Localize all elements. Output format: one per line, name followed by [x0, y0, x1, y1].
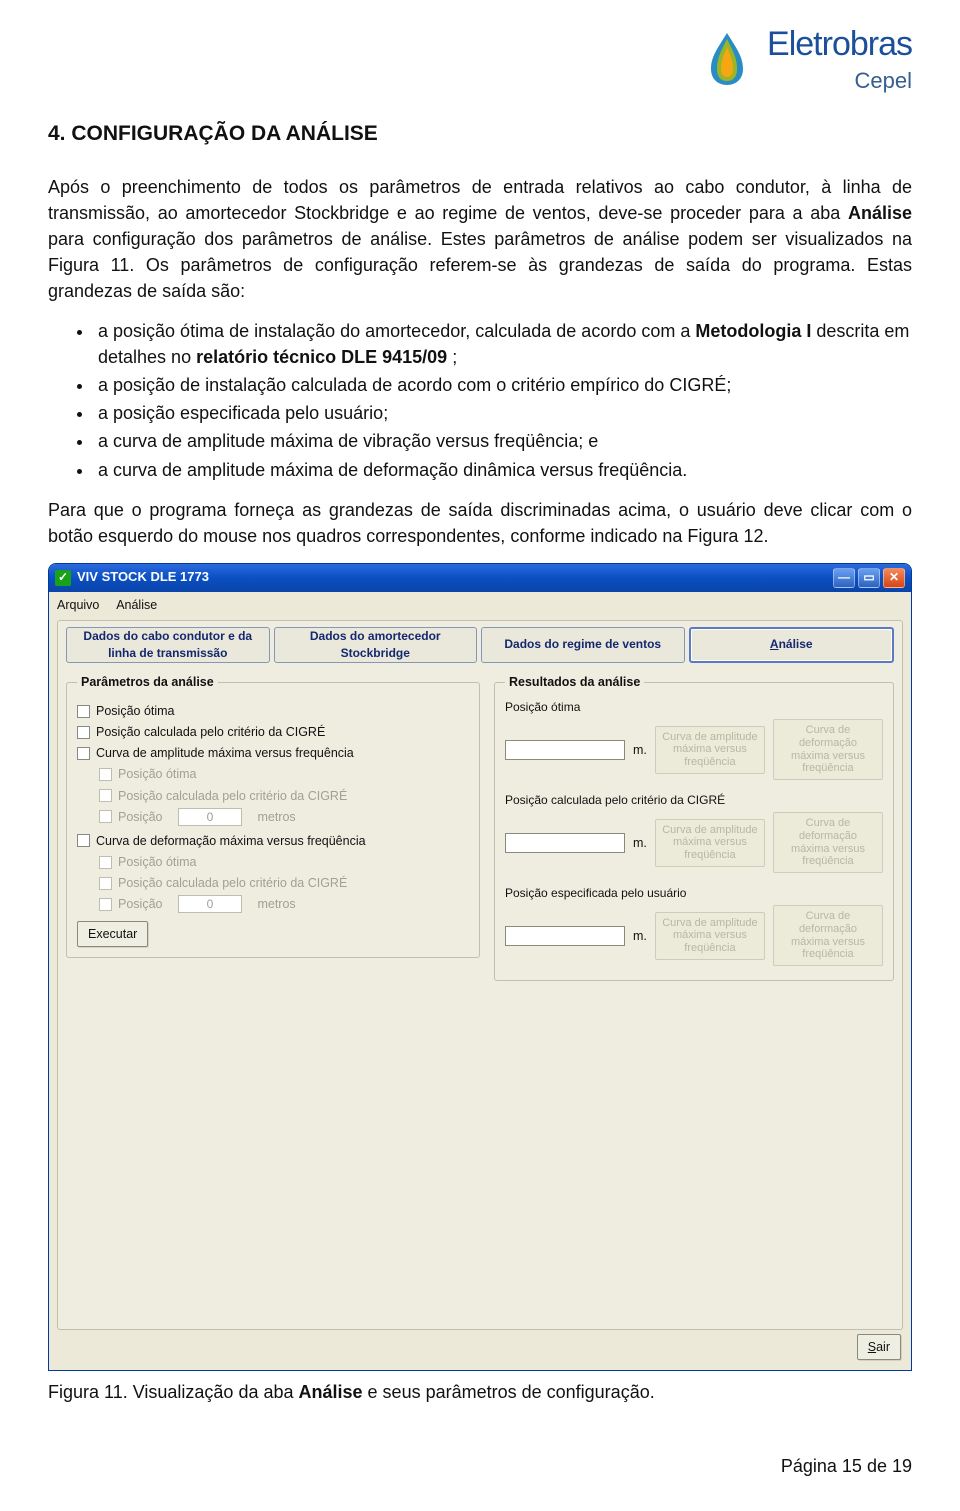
- checkbox-sub2-posicao-custom: Posição 0 metros: [99, 895, 469, 913]
- intro-paragraph: Após o preenchimento de todos os parâmet…: [48, 174, 912, 304]
- section-heading: 4. CONFIGURAÇÃO DA ANÁLISE: [48, 119, 912, 149]
- execute-button[interactable]: Executar: [77, 921, 148, 947]
- instruction-paragraph: Para que o programa forneça as grandezas…: [48, 497, 912, 549]
- checkbox-sub-posicao-cigre: Posição calculada pelo critério da CIGRÉ: [99, 787, 469, 805]
- checkbox-sub-posicao-custom: Posição 0 metros: [99, 808, 469, 826]
- menu-analise[interactable]: Análise: [116, 598, 157, 612]
- posicao-input: 0: [178, 808, 242, 826]
- feature-list: a posição ótima de instalação do amortec…: [48, 318, 912, 483]
- params-legend: Parâmetros da análise: [77, 673, 218, 691]
- posicao-input-2: 0: [178, 895, 242, 913]
- ghost-btn-amplitude: Curva de amplitude máxima versus freqüên…: [655, 726, 765, 774]
- checkbox-sub2-posicao-cigre: Posição calculada pelo critério da CIGRÉ: [99, 874, 469, 892]
- tab-cabo-condutor[interactable]: Dados do cabo condutor e da linha de tra…: [66, 627, 270, 663]
- checkbox-sub-posicao-otima: Posição ótima: [99, 765, 469, 783]
- result-field-otima: [505, 740, 625, 760]
- result-label-otima: Posição ótima: [505, 699, 883, 716]
- window-title: VIV STOCK DLE 1773: [77, 568, 209, 587]
- ghost-btn-deformacao-2: Curva de deformação máxima versus freqüê…: [773, 812, 883, 873]
- list-item: a posição ótima de instalação do amortec…: [94, 318, 912, 370]
- ghost-btn-amplitude-2: Curva de amplitude máxima versus freqüên…: [655, 819, 765, 867]
- ghost-btn-deformacao-3: Curva de deformação máxima versus freqüê…: [773, 905, 883, 966]
- results-fieldset: Resultados da análise Posição ótima m. C…: [494, 673, 894, 981]
- results-legend: Resultados da análise: [505, 673, 644, 691]
- result-label-cigre: Posição calculada pelo critério da CIGRÉ: [505, 792, 883, 809]
- list-item: a posição especificada pelo usuário;: [94, 400, 912, 426]
- app-icon: ✓: [55, 570, 71, 586]
- list-item: a curva de amplitude máxima de vibração …: [94, 428, 912, 454]
- params-fieldset: Parâmetros da análise Posição ótima Posi…: [66, 673, 480, 959]
- checkbox-sub2-posicao-otima: Posição ótima: [99, 853, 469, 871]
- window-titlebar[interactable]: ✓ VIV STOCK DLE 1773 — ▭ ✕: [49, 564, 911, 592]
- checkbox-posicao-otima[interactable]: Posição ótima: [77, 702, 469, 720]
- exit-button[interactable]: Sair: [857, 1334, 901, 1360]
- logo-brand: Eletrobras: [767, 20, 912, 69]
- menu-arquivo[interactable]: Arquivo: [57, 598, 99, 612]
- flame-icon: [697, 29, 757, 89]
- tab-regime-ventos[interactable]: Dados do regime de ventos: [481, 627, 685, 663]
- ghost-btn-amplitude-3: Curva de amplitude máxima versus freqüên…: [655, 912, 765, 960]
- result-label-usuario: Posição especificada pelo usuário: [505, 885, 883, 902]
- close-button[interactable]: ✕: [883, 568, 905, 588]
- minimize-button[interactable]: —: [833, 568, 855, 588]
- checkbox-curva-deformacao[interactable]: Curva de deformação máxima versus freqüê…: [77, 832, 469, 850]
- tab-amortecedor[interactable]: Dados do amortecedor Stockbridge: [274, 627, 478, 663]
- page-footer: Página 15 de 19: [48, 1453, 912, 1479]
- menu-bar: Arquivo Análise: [49, 592, 911, 618]
- checkbox-posicao-cigre[interactable]: Posição calculada pelo critério da CIGRÉ: [77, 723, 469, 741]
- tab-analise[interactable]: Análise: [689, 627, 895, 663]
- logo-subbrand: Cepel: [767, 65, 912, 97]
- result-field-usuario: [505, 926, 625, 946]
- figure-caption: Figura 11. Visualização da aba Análise e…: [48, 1379, 912, 1405]
- list-item: a curva de amplitude máxima de deformaçã…: [94, 457, 912, 483]
- list-item: a posição de instalação calculada de aco…: [94, 372, 912, 398]
- result-field-cigre: [505, 833, 625, 853]
- ghost-btn-deformacao: Curva de deformação máxima versus freqüê…: [773, 719, 883, 780]
- app-window: ✓ VIV STOCK DLE 1773 — ▭ ✕ Arquivo Análi…: [48, 563, 912, 1371]
- maximize-button[interactable]: ▭: [858, 568, 880, 588]
- header-logo: Eletrobras Cepel: [48, 20, 912, 97]
- checkbox-curva-amplitude[interactable]: Curva de amplitude máxima versus frequên…: [77, 744, 469, 762]
